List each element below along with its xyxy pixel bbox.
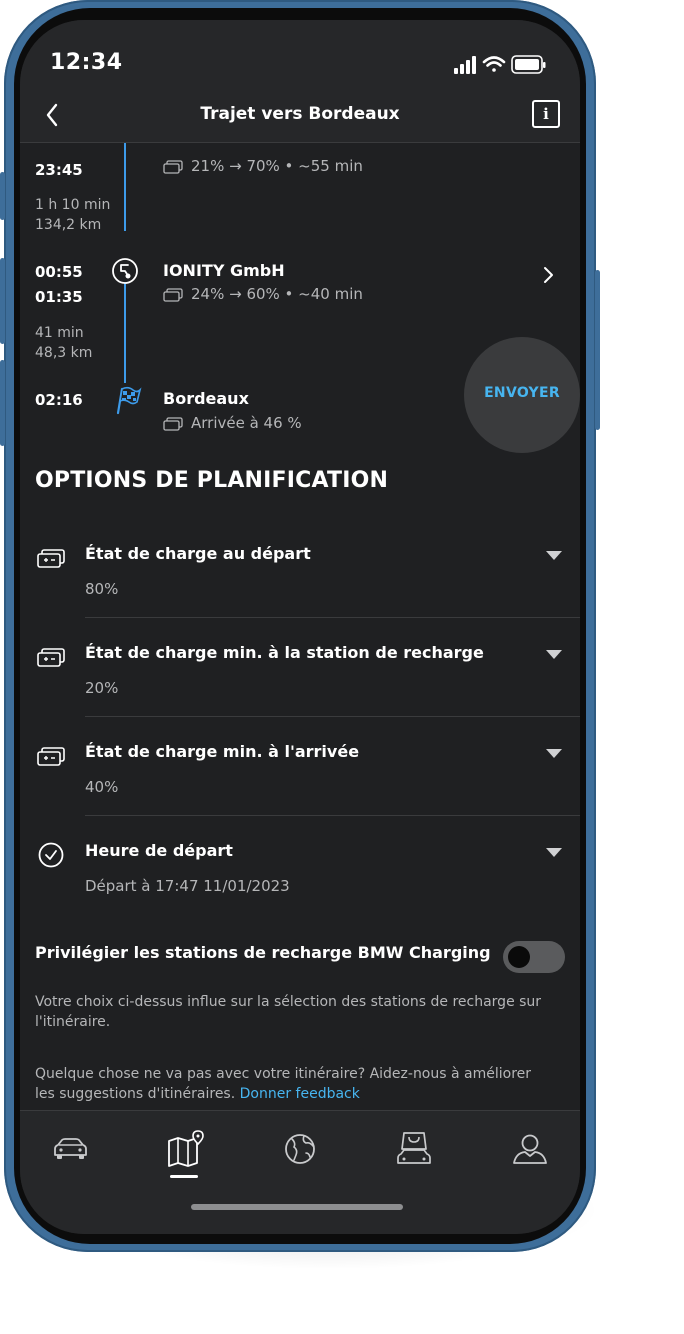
wifi-icon [482, 56, 506, 72]
divider [85, 815, 580, 816]
option-label: Heure de départ [85, 841, 233, 860]
battery-stack-icon [163, 159, 183, 174]
screen: 12:34 Trajet vers Bordeaux i 23:45 21% →… [20, 20, 580, 1234]
destination-time: 02:16 [35, 391, 83, 409]
send-label: ENVOYER [484, 385, 560, 401]
shop-icon[interactable] [394, 1129, 434, 1169]
tab-bar [20, 1110, 580, 1234]
side-button-volume-up [0, 258, 5, 344]
stop-arrival-time: 00:55 [35, 263, 83, 281]
clock-icon [38, 842, 64, 868]
option-label: État de charge min. à l'arrivée [85, 742, 360, 761]
leg-info: 1 h 10 min 134,2 km [35, 195, 110, 235]
arrival-info: Arrivée à 46 % [163, 414, 302, 432]
charge-info: 21% → 70% • ~55 min [163, 157, 363, 175]
charge-range: 21% → 70% • ~55 min [191, 157, 363, 175]
divider [85, 617, 580, 618]
battery-stack-icon [163, 287, 183, 302]
option-value: 80% [85, 580, 119, 598]
leg-distance: 134,2 km [35, 217, 102, 233]
leg-distance: 48,3 km [35, 345, 93, 361]
status-bar: 12:34 [20, 20, 580, 88]
globe-icon[interactable] [280, 1129, 320, 1169]
option-departure-time[interactable]: Heure de départ Départ à 17:47 11/01/202… [20, 817, 580, 915]
route-line-1 [124, 143, 126, 231]
caret-down-icon[interactable] [546, 848, 562, 857]
info-icon[interactable]: i [532, 100, 560, 128]
caret-down-icon[interactable] [546, 551, 562, 560]
stop-name[interactable]: IONITY GmbH [163, 261, 285, 280]
chevron-left-icon[interactable] [42, 98, 72, 132]
stop-departure-time: 01:35 [35, 288, 83, 306]
side-button-power [595, 270, 600, 430]
toggle-label: Privilégier les stations de recharge BMW… [35, 943, 491, 962]
map-icon[interactable] [164, 1129, 204, 1169]
side-button-volume-down [0, 360, 5, 446]
signal-icon [454, 56, 476, 74]
chevron-right-icon[interactable] [540, 265, 556, 285]
status-icons [454, 55, 546, 74]
battery-stack-icon [163, 416, 183, 431]
battery-stack-icon [37, 747, 65, 766]
side-button-silent [0, 172, 5, 220]
home-indicator[interactable] [191, 1204, 403, 1210]
bmw-charging-row: Privilégier les stations de recharge BMW… [35, 933, 565, 973]
option-label: État de charge min. à la station de rech… [85, 643, 484, 662]
route-line-2 [124, 279, 126, 383]
leg-duration: 41 min [35, 325, 84, 341]
arrival-charge: Arrivée à 46 % [191, 414, 302, 432]
leg-duration: 1 h 10 min [35, 197, 111, 213]
stop-time: 23:45 [35, 161, 83, 179]
option-start-charge[interactable]: État de charge au départ 80% [20, 520, 580, 618]
main-content: 23:45 21% → 70% • ~55 min 1 h 10 min 134… [20, 143, 580, 1110]
nav-header: Trajet vers Bordeaux i [20, 88, 580, 143]
option-value: Départ à 17:47 11/01/2023 [85, 877, 290, 895]
caret-down-icon[interactable] [546, 749, 562, 758]
toggle-note: Votre choix ci-dessus influe sur la séle… [35, 994, 542, 1030]
profile-icon[interactable] [510, 1129, 550, 1169]
car-icon[interactable] [50, 1129, 90, 1169]
feedback-text: Quelque chose ne va pas avec votre itiné… [35, 1064, 555, 1104]
finish-flag-icon [116, 386, 142, 415]
battery-stack-icon [37, 549, 65, 568]
active-tab-indicator [170, 1175, 198, 1178]
charging-station-icon [112, 258, 138, 284]
option-min-charge-arrival[interactable]: État de charge min. à l'arrivée 40% [20, 718, 580, 816]
section-title: OPTIONS DE PLANIFICATION [35, 468, 389, 493]
bmw-charging-toggle[interactable] [503, 941, 565, 973]
charge-range: 24% → 60% • ~40 min [191, 285, 363, 303]
page-title: Trajet vers Bordeaux [200, 104, 400, 124]
option-value: 20% [85, 679, 119, 697]
status-time: 12:34 [50, 50, 123, 75]
charge-info: 24% → 60% • ~40 min [163, 285, 363, 303]
option-min-charge-station[interactable]: État de charge min. à la station de rech… [20, 619, 580, 717]
option-label: État de charge au départ [85, 544, 311, 563]
leg-info: 41 min 48,3 km [35, 323, 92, 363]
toggle-knob [508, 946, 530, 968]
option-value: 40% [85, 778, 119, 796]
send-button[interactable]: ENVOYER [464, 337, 580, 453]
battery-stack-icon [37, 648, 65, 667]
divider [85, 716, 580, 717]
battery-icon [511, 55, 546, 74]
feedback-link[interactable]: Donner feedback [240, 1086, 360, 1102]
destination-name: Bordeaux [163, 389, 249, 408]
caret-down-icon[interactable] [546, 650, 562, 659]
